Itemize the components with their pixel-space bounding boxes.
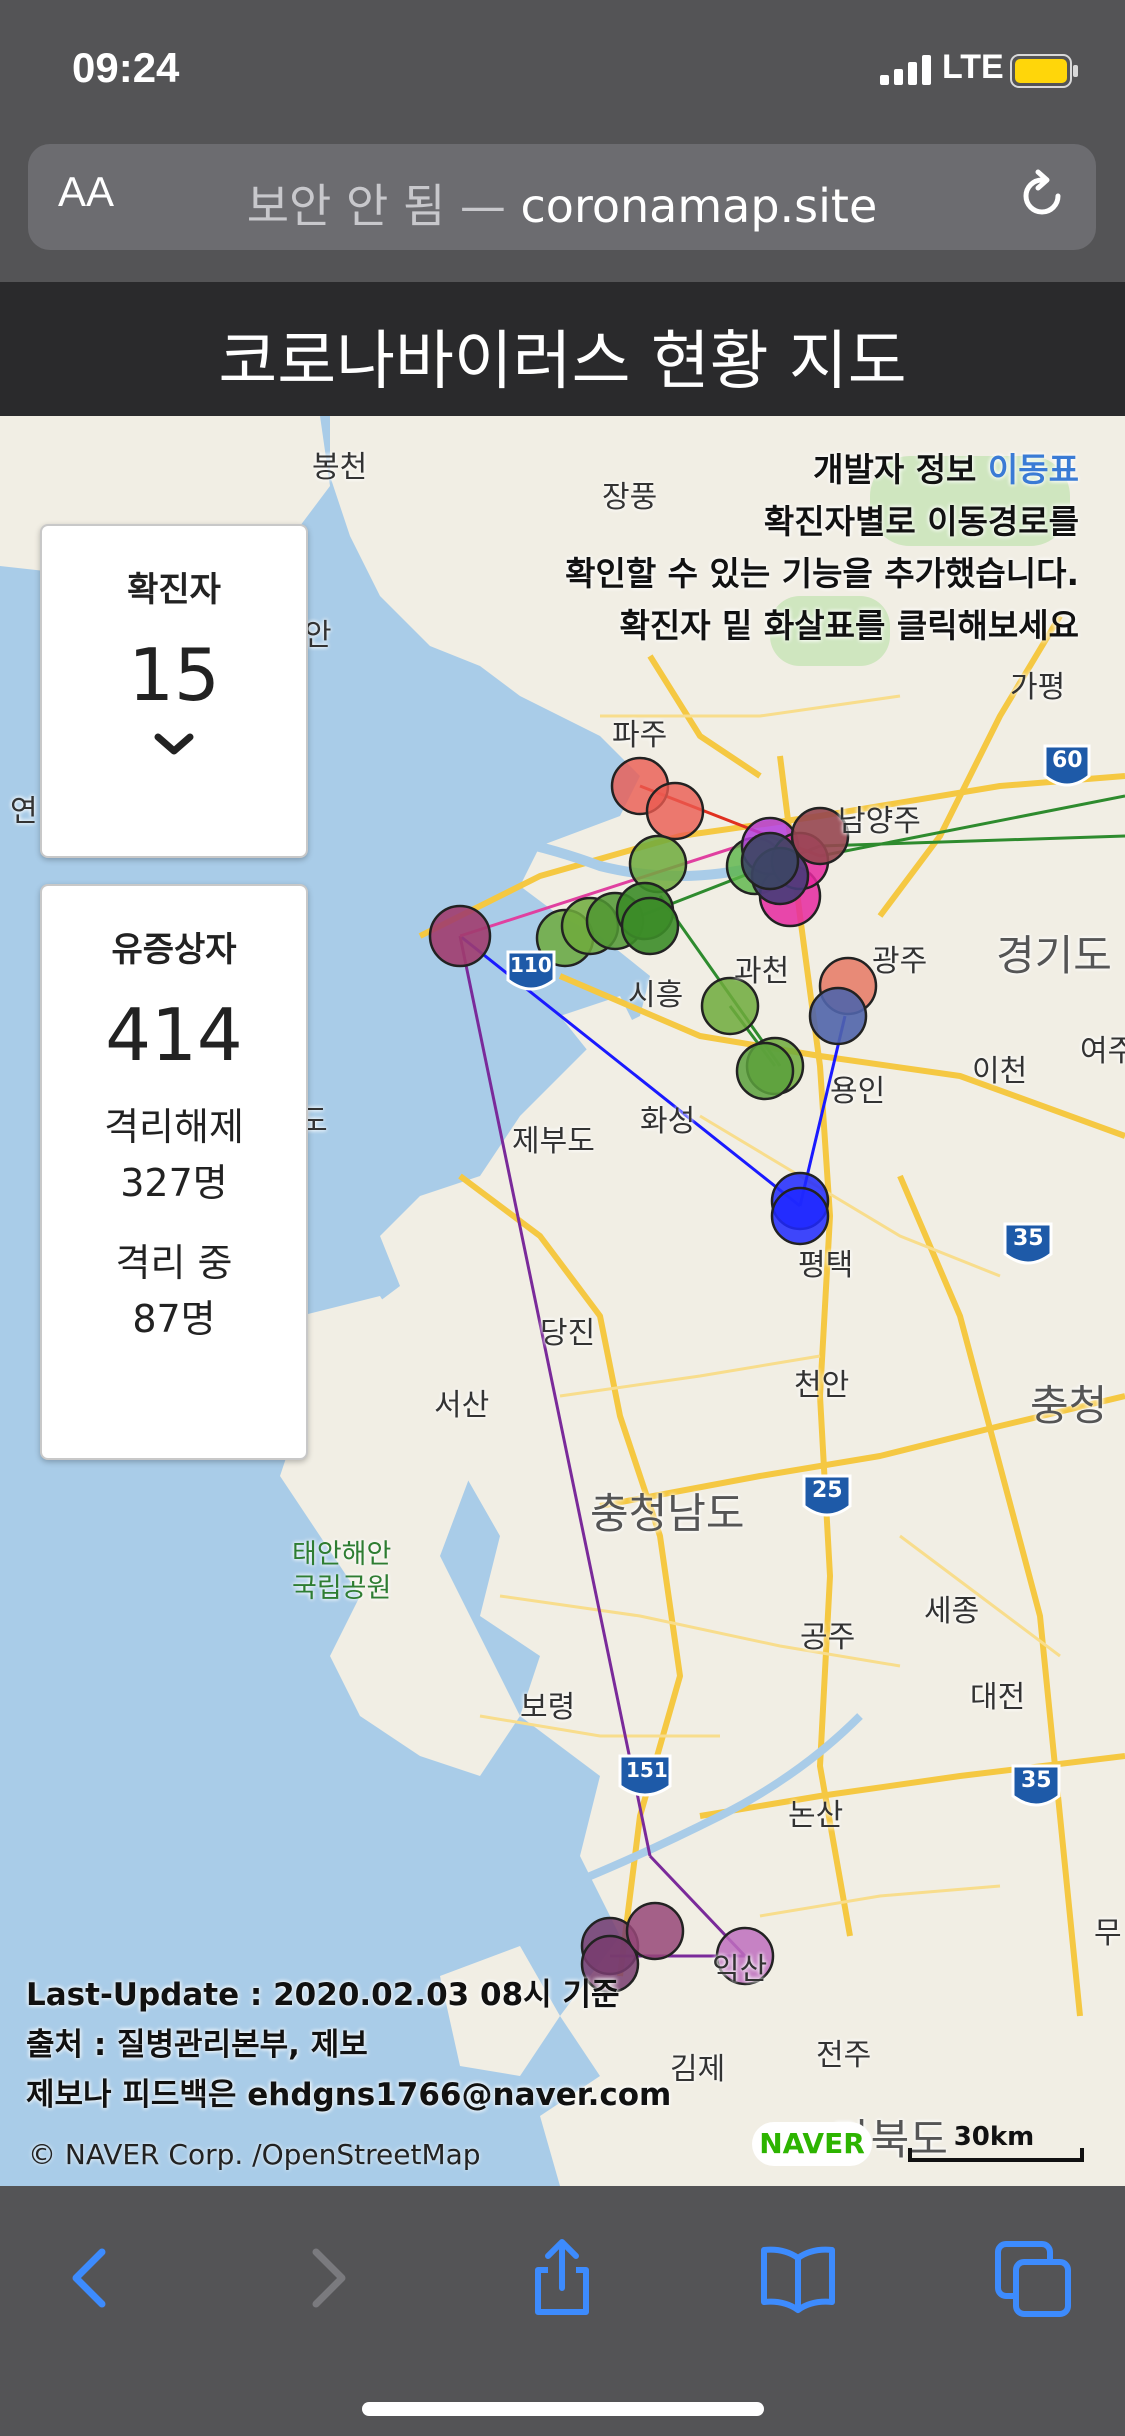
status-time: 09:24 — [72, 44, 180, 91]
highway-110: 110 — [510, 953, 552, 977]
case-marker — [620, 896, 680, 956]
map-copyright[interactable]: © NAVER Corp. /OpenStreetMap — [28, 2138, 481, 2171]
confirmed-panel[interactable]: 확진자 15 — [40, 524, 308, 858]
url-separator: — — [445, 179, 521, 233]
share-icon[interactable] — [522, 2238, 602, 2318]
label-bongcheon: 봉천 — [312, 450, 368, 485]
label-jebudo: 제부도 — [512, 1124, 595, 1159]
back-icon[interactable] — [52, 2238, 132, 2318]
confirmed-label: 확진자 — [127, 570, 221, 610]
network-type: LTE — [942, 48, 1004, 86]
label-cheonan: 천안 — [794, 1368, 850, 1403]
home-indicator — [362, 2402, 764, 2416]
label-daejeon: 대전 — [970, 1680, 1026, 1715]
status-bar: 09:24 LTE — [0, 0, 1125, 140]
scale-line — [908, 2148, 1084, 2162]
signal-icon — [880, 55, 931, 85]
page-title: 코로나바이러스 현황 지도 — [218, 325, 907, 399]
label-yongin: 용인 — [830, 1074, 886, 1109]
case-marker — [625, 1901, 685, 1961]
browser-toolbar — [0, 2186, 1125, 2436]
suspected-panel: 유증상자 414 격리해제 327명 격리 중 87명 — [40, 884, 308, 1460]
case-marker — [740, 831, 800, 891]
case-marker — [808, 986, 868, 1046]
forward-icon[interactable] — [286, 2238, 366, 2318]
label-chungcheongnamdo: 충청남도 — [590, 1489, 745, 1538]
developer-notice: 개발자 정보 이동표 확진자별로 이동경로를 확인할 수 있는 기능을 추가했습… — [565, 444, 1079, 652]
naver-logo: NAVER — [752, 2122, 872, 2166]
label-namyangju: 남양주 — [838, 804, 921, 839]
highway-25: 25 — [812, 1478, 843, 1503]
label-seosan: 서산 — [434, 1388, 490, 1423]
notice-developer-info: 개발자 정보 — [813, 450, 988, 489]
contact-info: 제보나 피드백은 ehdgns1766@naver.com — [26, 2077, 672, 2113]
browser-chrome: AA 보안 안 됨 — coronamap.site — [0, 140, 1125, 282]
label-gongju: 공주 — [800, 1620, 856, 1655]
released-count: 327명 — [120, 1161, 228, 1205]
highway-60: 60 — [1052, 748, 1083, 773]
url-text[interactable]: 보안 안 됨 — coronamap.site — [28, 170, 1096, 236]
notice-link[interactable]: 이동표 — [988, 450, 1079, 489]
last-update: Last-Update : 2020.02.03 08시 기준 — [26, 1977, 620, 2013]
url-domain: coronamap.site — [520, 179, 878, 233]
label-an: 안 — [304, 618, 332, 653]
case-marker — [735, 1041, 795, 1101]
label-dangjin: 당진 — [540, 1316, 596, 1351]
address-bar[interactable]: AA 보안 안 됨 — coronamap.site — [28, 144, 1096, 250]
label-gwacheon: 과천 — [734, 954, 790, 989]
label-boryeong: 보령 — [520, 1690, 576, 1725]
label-paju: 파주 — [612, 718, 668, 753]
case-marker — [428, 904, 492, 968]
label-taean-park: 태안해안 국립공원 — [292, 1539, 392, 1604]
released-label: 격리해제 — [104, 1105, 244, 1149]
notice-line-1: 개발자 정보 이동표 — [565, 444, 1079, 496]
isolated-label: 격리 중 — [115, 1241, 233, 1285]
confirmed-count: 15 — [128, 633, 220, 717]
battery-icon — [1010, 54, 1078, 88]
highway-35-south: 35 — [1021, 1768, 1052, 1793]
bookmarks-icon[interactable] — [758, 2238, 838, 2318]
notice-line-2: 확진자별로 이동경로를 — [763, 502, 1079, 541]
label-jeonju: 전주 — [816, 2038, 872, 2073]
notice-line-4: 확진자 밑 화살표를 클릭해보세요 — [619, 606, 1079, 645]
label-siheung: 시흥 — [628, 978, 684, 1013]
case-marker — [645, 781, 705, 841]
chevron-down-icon[interactable] — [152, 731, 196, 759]
tabs-icon[interactable] — [994, 2238, 1074, 2318]
label-gapyeong: 가평 — [1010, 670, 1066, 705]
label-hwaseong: 화성 — [640, 1104, 696, 1139]
page-header: 코로나바이러스 현황 지도 — [0, 282, 1125, 416]
label-pyeongtaek: 평택 — [798, 1248, 854, 1283]
map-scale: 30km — [908, 2122, 1084, 2166]
label-chung: 충청 — [1030, 1381, 1108, 1430]
label-gwangju: 광주 — [872, 944, 928, 979]
map-footer: Last-Update : 2020.02.03 08시 기준 출처 : 질병관… — [26, 1970, 671, 2120]
label-iksan: 익산 — [712, 1952, 768, 1987]
label-yeon: 연 — [10, 794, 38, 829]
map[interactable]: 60 110 35 25 35 151 봉천 장풍 안 연 파주 가평 남양주 … — [0, 416, 1125, 2186]
highway-151: 151 — [626, 1758, 668, 1782]
notice-line-3: 확인할 수 있는 기능을 추가했습니다. — [565, 554, 1079, 593]
case-marker — [770, 1186, 830, 1246]
suspected-count: 414 — [105, 993, 243, 1077]
label-gyeonggi: 경기도 — [996, 931, 1112, 980]
highway-35: 35 — [1013, 1226, 1044, 1251]
reload-icon[interactable] — [1014, 168, 1070, 224]
label-nonsan: 논산 — [788, 1798, 844, 1833]
label-icheon: 이천 — [972, 1054, 1028, 1089]
suspected-label: 유증상자 — [111, 930, 237, 970]
isolated-count: 87명 — [132, 1297, 216, 1341]
label-gimje: 김제 — [670, 2052, 726, 2087]
security-warning: 보안 안 됨 — [246, 179, 446, 233]
label-sejong: 세종 — [924, 1594, 980, 1629]
label-yeo: 여주 — [1080, 1034, 1125, 1069]
label-mu: 무 — [1094, 1916, 1122, 1951]
data-source: 출처 : 질병관리본부, 제보 — [26, 2027, 368, 2063]
